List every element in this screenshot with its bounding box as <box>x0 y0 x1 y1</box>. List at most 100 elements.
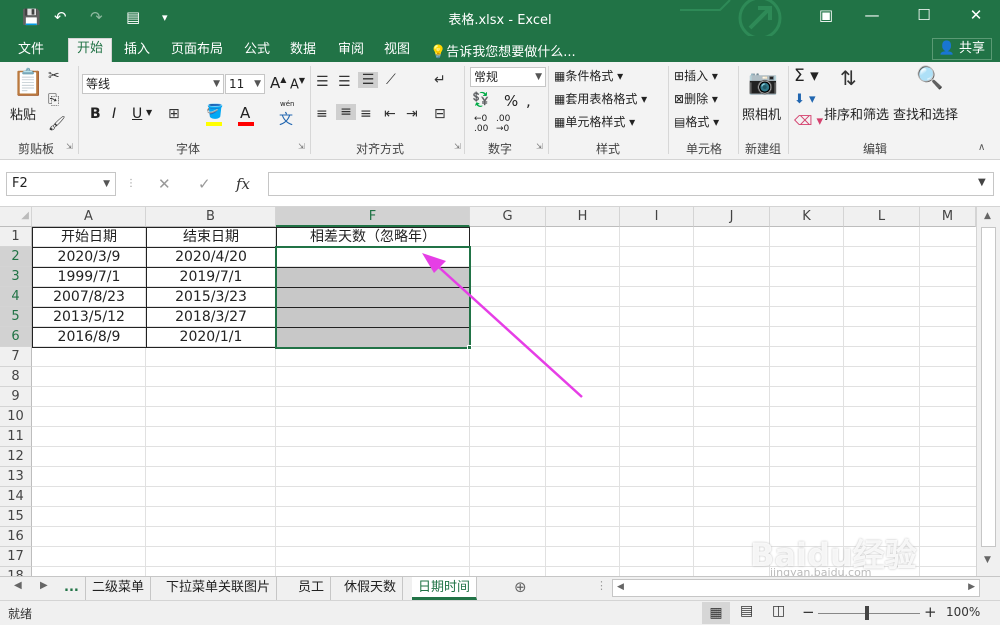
cell-b6[interactable]: 2020/1/1 <box>146 327 276 347</box>
col-header-j[interactable]: J <box>694 207 770 227</box>
delete-cells-button[interactable]: ⊠删除 ▾ <box>674 90 718 107</box>
page-break-view-icon[interactable]: ◫ <box>772 603 785 619</box>
ribbon-display-icon[interactable]: ▣ <box>806 6 846 24</box>
sort-filter-icon[interactable]: ⇅ <box>840 66 857 90</box>
clear-icon[interactable]: ⌫ ▾ <box>794 114 823 129</box>
tab-review[interactable]: 审阅 <box>330 40 372 62</box>
tab-data[interactable]: 数据 <box>282 40 324 62</box>
cell-b2[interactable]: 2020/4/20 <box>146 247 276 267</box>
copy-icon[interactable]: ⎘ <box>48 92 59 108</box>
increase-indent-icon[interactable]: ⇥ <box>406 106 418 122</box>
tab-view[interactable]: 视图 <box>376 40 418 62</box>
zoom-in-icon[interactable]: + <box>924 603 937 621</box>
sheet-tab-secondary-menu[interactable]: 二级菜单 <box>86 577 152 600</box>
vertical-scrollbar[interactable]: ▲ ▼ <box>976 207 1000 576</box>
collapse-ribbon-icon[interactable]: ∧ <box>978 142 985 153</box>
page-layout-view-icon[interactable]: ▤ <box>740 603 753 619</box>
accounting-format-icon[interactable]: 💱 <box>472 92 489 108</box>
underline-icon[interactable]: U <box>132 106 142 122</box>
insert-cells-button[interactable]: ⊞插入 ▾ <box>674 67 718 84</box>
zoom-slider[interactable] <box>818 613 920 614</box>
row-header[interactable]: 16 <box>0 527 32 547</box>
increase-font-icon[interactable]: A▲ <box>270 74 286 92</box>
cell-a4[interactable]: 2007/8/23 <box>32 287 146 307</box>
col-header-i[interactable]: I <box>620 207 694 227</box>
align-bottom-icon[interactable]: ☰ <box>358 72 378 88</box>
cell-b3[interactable]: 2019/7/1 <box>146 267 276 287</box>
sheet-tab-vacation-days[interactable]: 休假天数 <box>338 577 404 600</box>
cell-style-button[interactable]: ▦单元格样式 ▾ <box>554 113 635 130</box>
align-right-icon[interactable]: ≡ <box>360 106 372 122</box>
wrap-text-icon[interactable]: ↵ <box>434 72 446 88</box>
scroll-down-icon[interactable]: ▼ <box>984 555 991 565</box>
col-header-h[interactable]: H <box>546 207 620 227</box>
zoom-out-icon[interactable]: − <box>802 603 815 621</box>
share-button[interactable]: 👤 共享 <box>931 38 992 60</box>
row-header[interactable]: 8 <box>0 367 32 387</box>
align-middle-icon[interactable]: ☰ <box>338 74 351 90</box>
row-header[interactable]: 12 <box>0 447 32 467</box>
paste-button[interactable]: 粘贴 <box>10 104 36 123</box>
tab-insert[interactable]: 插入 <box>116 40 158 62</box>
scroll-up-icon[interactable]: ▲ <box>984 211 991 221</box>
row-header[interactable]: 13 <box>0 467 32 487</box>
row-header[interactable]: 11 <box>0 427 32 447</box>
increase-decimal-icon[interactable]: ←0.00 <box>474 114 488 134</box>
orientation-icon[interactable]: ⟋ <box>386 72 396 88</box>
border-icon[interactable]: ⊞ <box>168 106 180 122</box>
number-format-select[interactable]: 常规 ▼ <box>470 67 546 87</box>
italic-icon[interactable]: I <box>112 106 116 122</box>
zoom-slider-thumb[interactable] <box>865 606 869 620</box>
minimize-icon[interactable]: — <box>852 6 892 24</box>
horizontal-scrollbar[interactable]: ◀ ▶ <box>612 579 980 597</box>
paste-icon[interactable]: 📋 <box>12 68 44 98</box>
tab-page-layout[interactable]: 页面布局 <box>163 40 231 62</box>
col-header-m[interactable]: M <box>920 207 976 227</box>
prev-sheet-icon[interactable]: ◀ <box>14 580 22 591</box>
tab-formulas[interactable]: 公式 <box>236 40 278 62</box>
cell-b4[interactable]: 2015/3/23 <box>146 287 276 307</box>
col-header-g[interactable]: G <box>470 207 546 227</box>
bold-icon[interactable]: B <box>90 106 101 122</box>
cell-a1[interactable]: 开始日期 <box>32 227 146 247</box>
cell-a5[interactable]: 2013/5/12 <box>32 307 146 327</box>
row-header[interactable]: 9 <box>0 387 32 407</box>
decrease-indent-icon[interactable]: ⇤ <box>384 106 396 122</box>
fill-color-icon[interactable]: 🪣 <box>206 104 223 120</box>
phonetic-icon[interactable]: 文 <box>279 109 293 129</box>
col-header-k[interactable]: K <box>770 207 844 227</box>
camera-button[interactable]: 照相机 <box>742 104 781 123</box>
cell-b1[interactable]: 结束日期 <box>146 227 276 247</box>
chevron-down-icon[interactable]: ▼ <box>146 108 152 117</box>
normal-view-icon[interactable]: ▦ <box>702 602 730 624</box>
decrease-font-icon[interactable]: A▼ <box>290 76 305 92</box>
font-launcher-icon[interactable]: ⇲ <box>298 142 305 151</box>
clipboard-launcher-icon[interactable]: ⇲ <box>66 142 73 151</box>
col-header-l[interactable]: L <box>844 207 920 227</box>
cell-a2[interactable]: 2020/3/9 <box>32 247 146 267</box>
sheet-tab-employees[interactable]: 员工 <box>292 577 332 600</box>
cell-b5[interactable]: 2018/3/27 <box>146 307 276 327</box>
zoom-level[interactable]: 100% <box>946 605 980 619</box>
align-launcher-icon[interactable]: ⇲ <box>454 142 461 151</box>
conditional-format-button[interactable]: ▦条件格式 ▾ <box>554 67 623 84</box>
percent-icon[interactable]: % <box>504 92 518 110</box>
format-cells-button[interactable]: ▤格式 ▾ <box>674 113 719 130</box>
align-center-icon[interactable]: ≡ <box>336 104 356 120</box>
scroll-right-icon[interactable]: ▶ <box>968 582 975 592</box>
merge-center-icon[interactable]: ⊟ <box>434 106 446 122</box>
sheet-tab-datetime[interactable]: 日期时间 <box>412 577 478 600</box>
font-size-select[interactable]: 11 ▼ <box>225 74 265 94</box>
cut-icon[interactable]: ✂ <box>48 68 60 84</box>
maximize-icon[interactable]: ☐ <box>904 6 944 24</box>
sheet-tab-dropdown-images[interactable]: 下拉菜单关联图片 <box>160 577 278 600</box>
expand-formula-icon[interactable]: ▼ <box>978 177 986 188</box>
table-format-button[interactable]: ▦套用表格格式 ▾ <box>554 90 647 107</box>
confirm-entry-icon[interactable]: ✓ <box>198 175 211 193</box>
fill-icon[interactable]: ⬇ ▾ <box>794 92 816 107</box>
autosum-icon[interactable]: Σ ▾ <box>794 66 819 86</box>
row-header[interactable]: 17 <box>0 547 32 567</box>
vertical-scroll-thumb[interactable] <box>981 227 996 547</box>
font-name-select[interactable]: 等线 ▼ <box>82 74 224 94</box>
close-icon[interactable]: ✕ <box>956 6 996 24</box>
